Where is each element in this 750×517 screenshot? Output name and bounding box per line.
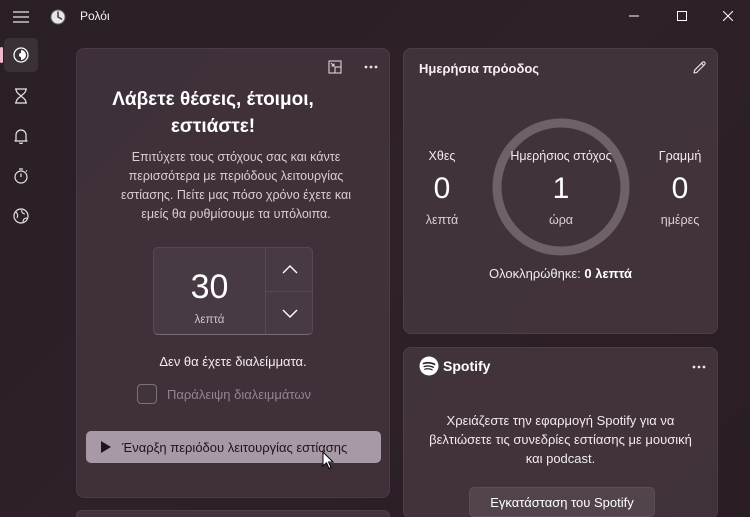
duration-value[interactable]: 30 [154,268,265,307]
completed-value: 0 λεπτά [584,266,633,281]
title-bar: Ρολόι [0,0,750,34]
spotify-more-options-button[interactable] [689,358,709,376]
nav-item-timer[interactable] [4,79,38,113]
focus-description: Επιτύχετε τους στόχους σας και κάντε περ… [121,150,351,221]
maximize-button[interactable] [659,0,705,32]
daily-progress-title: Ημερήσια πρόοδος [419,61,540,76]
compact-overlay-icon [328,60,342,74]
more-options-icon [692,365,706,369]
hamburger-icon [13,11,29,23]
nav-item-alarm[interactable] [4,119,38,153]
spotify-icon [419,356,439,376]
clock-app-icon [50,9,66,25]
skip-breaks-label: Παράλειψη διαλειμμάτων [167,386,312,402]
streak-value: 0 [671,172,689,205]
yesterday-unit: λεπτά [425,213,459,227]
completed-summary: Ολοκληρώθηκε: 0 λεπτά [403,266,718,281]
navigation-rail [0,0,40,517]
stopwatch-icon [14,168,28,184]
spotify-logo: Spotify [419,356,490,376]
minimize-button[interactable] [611,0,657,32]
tasks-card [76,510,390,517]
mouse-cursor-icon [322,451,334,470]
maximize-icon [677,11,687,21]
chevron-down-icon [282,309,298,318]
focus-sessions-icon [13,47,29,63]
streak-unit: ημέρες [660,213,700,227]
alarm-icon [14,129,28,144]
duration-unit: λεπτά [194,314,225,326]
start-focus-session-label: Έναρξη περιόδου λειτουργίας εστίασης [122,439,348,455]
play-icon [100,440,114,454]
world-clock-icon [13,208,29,224]
focus-heading-line-1: Λάβετε θέσεις, έτοιμοι, [112,89,314,110]
minimize-icon [629,15,639,17]
nav-item-focus-sessions[interactable] [4,38,38,72]
spotify-message: Χρειάζεστε την εφαρμογή Spotify για να β… [429,413,692,466]
yesterday-value: 0 [433,172,451,205]
pencil-icon [692,60,706,74]
completed-label: Ολοκληρώθηκε: [488,266,581,281]
daily-goal-label: Ημερήσιος στόχος [510,149,612,163]
window-title: Ρολόι [80,9,110,23]
close-icon [723,11,733,21]
decrease-duration-button[interactable] [266,292,314,335]
daily-goal-value: 1 [552,172,570,205]
duration-picker: 30 λεπτά [153,247,313,335]
close-button[interactable] [705,0,750,32]
increase-duration-button[interactable] [266,248,314,291]
spotify-brand: Spotify [443,358,491,374]
install-spotify-button[interactable]: Εγκατάσταση του Spotify [469,487,655,517]
focus-heading: Λάβετε θέσεις, έτοιμοι, εστιάστε! [56,86,370,140]
edit-goal-button[interactable] [689,58,709,76]
streak-label: Γραμμή [658,149,702,163]
skip-breaks-checkbox[interactable] [137,384,157,404]
nav-item-world-clock[interactable] [4,199,38,233]
nav-selection-indicator [0,47,3,63]
nav-item-stopwatch[interactable] [4,159,38,193]
skip-breaks-row: Παράλειψη διαλειμμάτων [137,384,311,404]
daily-goal-unit: ώρα [548,213,574,227]
chevron-up-icon [282,265,298,274]
yesterday-label: Χθες [428,149,456,163]
hamburger-menu-button[interactable] [4,0,38,34]
compact-overlay-button[interactable] [326,58,344,76]
focus-more-options-button[interactable] [361,58,381,76]
focus-heading-line-2: εστιάστε! [170,116,256,137]
more-options-icon [364,65,378,69]
breaks-info: Δεν θα έχετε διαλείμματα. [159,354,307,369]
timer-icon [15,88,27,104]
start-focus-session-button[interactable]: Έναρξη περιόδου λειτουργίας εστίασης [86,431,381,463]
